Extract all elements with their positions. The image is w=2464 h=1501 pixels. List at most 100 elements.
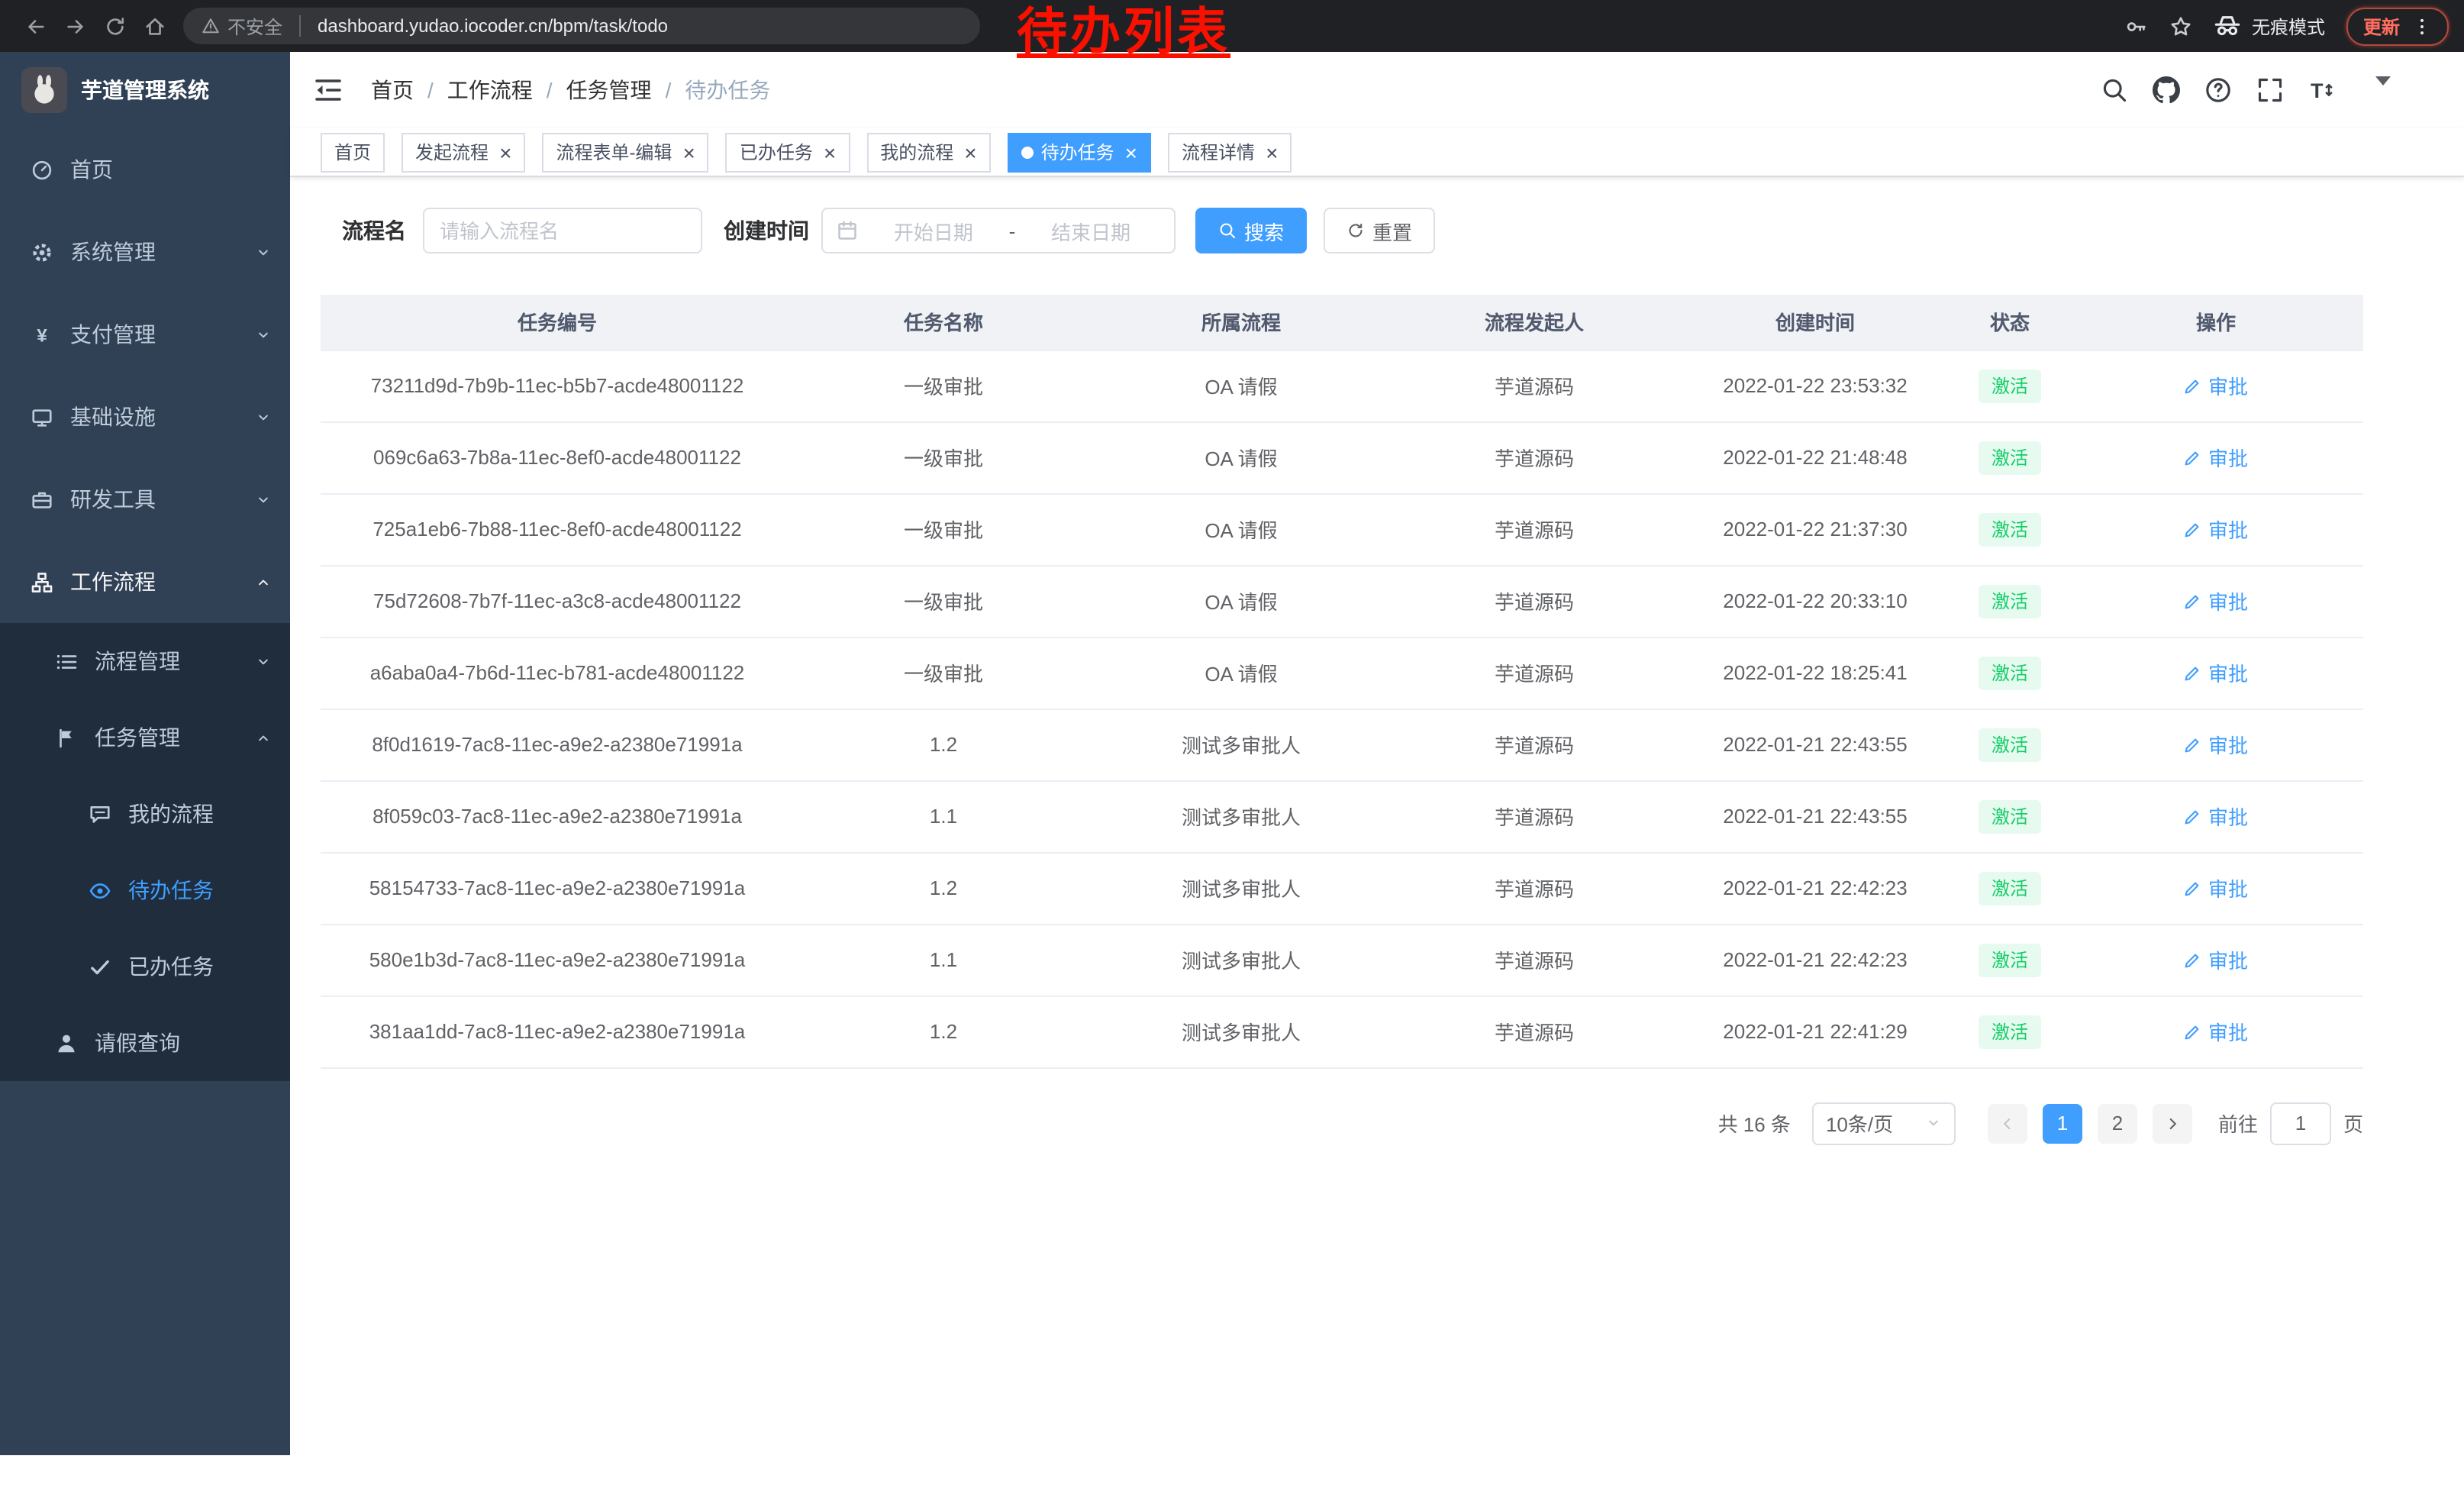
- close-icon[interactable]: ×: [499, 141, 511, 163]
- monitor-icon: [31, 405, 56, 428]
- process-cell: OA 请假: [1093, 350, 1389, 421]
- tab-form-edit[interactable]: 流程表单-编辑×: [542, 132, 708, 172]
- sidebar-item-my-process[interactable]: 我的流程: [0, 776, 290, 852]
- sidebar-item-system[interactable]: 系统管理: [0, 211, 290, 293]
- active-tab-dot: [1021, 146, 1034, 158]
- table-row: 73211d9d-7b9b-11ec-b5b7-acde48001122一级审批…: [321, 350, 2363, 421]
- breadcrumb-item[interactable]: 首页: [371, 75, 414, 105]
- tab-start-process[interactable]: 发起流程×: [402, 132, 525, 172]
- approve-button[interactable]: 审批: [2184, 945, 2248, 974]
- tab-done-task[interactable]: 已办任务×: [726, 132, 850, 172]
- close-icon[interactable]: ×: [964, 141, 976, 163]
- update-label: 更新: [2363, 13, 2400, 39]
- breadcrumb-item[interactable]: 工作流程: [447, 75, 533, 105]
- search-icon[interactable]: [2101, 76, 2128, 104]
- date-range-picker[interactable]: 开始日期 - 结束日期: [821, 208, 1176, 253]
- tab-my-process[interactable]: 我的流程 ×: [866, 132, 990, 172]
- back-icon[interactable]: [15, 6, 55, 46]
- sidebar-item-todo-task[interactable]: 待办任务: [0, 852, 290, 928]
- approve-button[interactable]: 审批: [2184, 873, 2248, 902]
- next-page-button[interactable]: [2153, 1103, 2192, 1143]
- create-time-cell: 2022-01-21 22:41:29: [1679, 996, 1951, 1067]
- table-row: 580e1b3d-7ac8-11ec-a9e2-a2380e71991a1.1测…: [321, 924, 2363, 996]
- sidebar-item-home[interactable]: 首页: [0, 128, 290, 211]
- approve-button[interactable]: 审批: [2184, 658, 2248, 687]
- font-size-icon[interactable]: T: [2308, 76, 2336, 104]
- page-button[interactable]: 2: [2098, 1103, 2137, 1143]
- close-icon[interactable]: ×: [824, 141, 836, 163]
- sidebar-item-label: 工作流程: [70, 567, 156, 597]
- tab-label: 我的流程: [880, 139, 953, 165]
- fullscreen-icon[interactable]: [2256, 76, 2284, 104]
- page-button[interactable]: 1: [2043, 1103, 2082, 1143]
- browser-chrome: 不安全 dashboard.yudao.iocoder.cn/bpm/task/…: [0, 0, 2464, 52]
- approve-button[interactable]: 审批: [2184, 802, 2248, 831]
- sidebar-item-task-management[interactable]: 任务管理: [0, 699, 290, 776]
- home-icon[interactable]: [134, 6, 174, 46]
- approve-button[interactable]: 审批: [2184, 443, 2248, 472]
- star-icon[interactable]: [2169, 15, 2192, 37]
- reload-icon[interactable]: [95, 6, 134, 46]
- tab-todo-task[interactable]: 待办任务×: [1008, 132, 1151, 172]
- chevron-up-icon: [255, 729, 272, 746]
- update-chip[interactable]: 更新: [2346, 7, 2449, 45]
- process-cell: 测试多审批人: [1093, 996, 1389, 1067]
- goto-page-input[interactable]: [2270, 1102, 2331, 1144]
- breadcrumb-separator: /: [666, 78, 672, 102]
- approve-button[interactable]: 审批: [2184, 371, 2248, 400]
- sidebar-item-label: 已办任务: [128, 951, 214, 982]
- tab-home[interactable]: 首页: [321, 132, 385, 172]
- create-time-label: 创建时间: [724, 215, 809, 246]
- tag-view-bar: 首页发起流程×流程表单-编辑×已办任务×我的流程×待办任务×流程详情×: [290, 128, 2464, 177]
- process-name-input[interactable]: [423, 208, 702, 253]
- tab-label: 流程详情: [1182, 139, 1255, 165]
- pencil-icon: [2184, 376, 2202, 395]
- sidebar-item-workflow[interactable]: 工作流程: [0, 541, 290, 623]
- create-time-cell: 2022-01-21 22:42:23: [1679, 924, 1951, 996]
- key-icon[interactable]: [2125, 15, 2148, 37]
- status-badge: 激活: [1979, 584, 2040, 618]
- chevron-down-icon: [255, 491, 272, 508]
- main-content: 流程名 创建时间 开始日期 - 结束日期 搜索 重置 任务: [290, 177, 2464, 1501]
- reset-button[interactable]: 重置: [1324, 208, 1435, 253]
- app-title: 芋道管理系统: [81, 75, 209, 105]
- sidebar-menu: 首页系统管理¥支付管理基础设施研发工具工作流程流程管理任务管理我的流程待办任务已…: [0, 128, 290, 1081]
- task-id-cell: 381aa1dd-7ac8-11ec-a9e2-a2380e71991a: [321, 996, 794, 1067]
- page-size-select[interactable]: 10条/页: [1812, 1102, 1956, 1144]
- approve-button[interactable]: 审批: [2184, 730, 2248, 759]
- address-bar[interactable]: 不安全 dashboard.yudao.iocoder.cn/bpm/task/…: [183, 8, 980, 44]
- approve-button[interactable]: 审批: [2184, 515, 2248, 544]
- sidebar-item-done-task[interactable]: 已办任务: [0, 928, 290, 1005]
- close-icon[interactable]: ×: [1125, 141, 1137, 163]
- help-icon[interactable]: [2204, 76, 2232, 104]
- sidebar-item-infrastructure[interactable]: 基础设施: [0, 376, 290, 458]
- approve-button[interactable]: 审批: [2184, 1017, 2248, 1046]
- sidebar-item-payment[interactable]: ¥支付管理: [0, 293, 290, 376]
- task-id-cell: 75d72608-7b7f-11ec-a3c8-acde48001122: [321, 565, 794, 637]
- tab-process-detail[interactable]: 流程详情 ×: [1168, 132, 1292, 172]
- more-dots-icon[interactable]: [2412, 16, 2432, 36]
- status-cell: 激活: [1951, 493, 2069, 565]
- prev-page-button[interactable]: [1988, 1103, 2027, 1143]
- chevron-down-icon: [1925, 1115, 1942, 1131]
- chevron-left-icon: [1998, 1114, 2017, 1132]
- column-header: 创建时间: [1679, 295, 1951, 350]
- github-icon[interactable]: [2153, 76, 2180, 104]
- sidebar-item-process-management[interactable]: 流程管理: [0, 623, 290, 699]
- pencil-icon: [2184, 879, 2202, 897]
- search-button[interactable]: 搜索: [1195, 208, 1307, 253]
- status-badge: 激活: [1979, 656, 2040, 689]
- sidebar-item-leave-query[interactable]: 请假查询: [0, 1005, 290, 1081]
- breadcrumb-separator: /: [547, 78, 553, 102]
- pagination: 共 16 条 10条/页 12 前往 页: [321, 1102, 2363, 1144]
- close-icon[interactable]: ×: [1266, 141, 1278, 163]
- hamburger-icon[interactable]: [313, 75, 343, 105]
- task-name-cell: 一级审批: [794, 637, 1093, 709]
- approve-button[interactable]: 审批: [2184, 586, 2248, 615]
- process-cell: OA 请假: [1093, 421, 1389, 493]
- breadcrumb-item[interactable]: 任务管理: [566, 75, 652, 105]
- approve-label: 审批: [2208, 1017, 2248, 1046]
- close-icon[interactable]: ×: [682, 141, 695, 163]
- forward-icon[interactable]: [55, 6, 95, 46]
- sidebar-item-devtools[interactable]: 研发工具: [0, 458, 290, 541]
